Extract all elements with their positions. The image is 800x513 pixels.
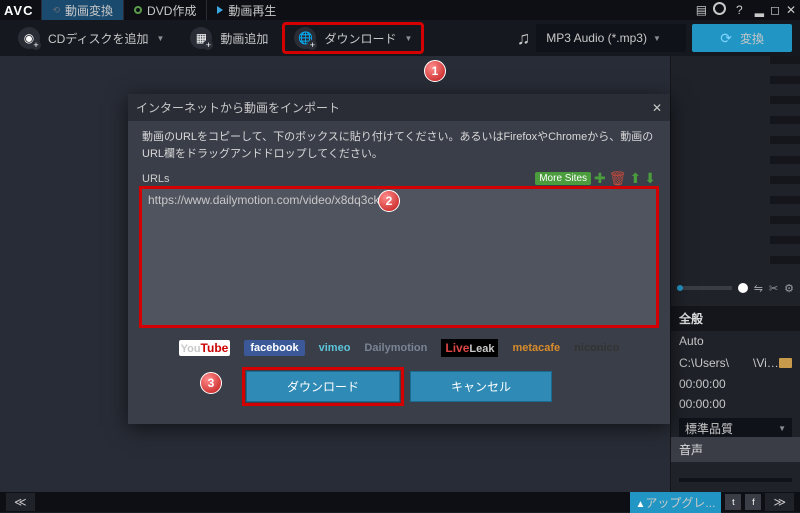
chevron-down-icon: ▼ xyxy=(778,424,786,433)
delete-url-icon[interactable]: 🗑 xyxy=(609,170,627,187)
facebook-icon[interactable]: f xyxy=(745,494,761,510)
film-plus-icon: ▦ xyxy=(190,27,212,49)
button-label: ダウンロード xyxy=(324,30,396,47)
callout-3: 3 xyxy=(200,372,222,394)
timeline-controls: ⇋ ✂ ⚙ xyxy=(671,278,800,298)
dialog-download-button[interactable]: ダウンロード xyxy=(246,371,400,402)
dialog-instruction: 動画のURLをコピーして、下のボックスに貼り付けてください。あるいはFirefo… xyxy=(142,129,656,162)
button-label: 動画追加 xyxy=(220,30,268,47)
audio-slider[interactable] xyxy=(679,478,792,482)
add-video-button[interactable]: ▦ 動画追加 xyxy=(180,24,278,52)
chevron-down-icon: ▼ xyxy=(157,34,165,43)
more-sites-button[interactable]: More Sites xyxy=(535,172,591,185)
tab-dvd-create[interactable]: DVD作成 xyxy=(123,0,206,20)
footer-bar: ≪ ▲アップグレ... t f ≫ xyxy=(0,492,800,512)
tab-label: 動画変換 xyxy=(65,2,113,19)
quality-label: 標準品質 xyxy=(685,420,733,437)
nav-next-button[interactable]: ≫ xyxy=(765,493,794,511)
time-start-row: 00:00:00 xyxy=(671,374,800,394)
twitter-icon[interactable]: t xyxy=(725,494,741,510)
callout-1: 1 xyxy=(424,60,446,82)
cut-icon[interactable]: ✂ xyxy=(769,282,778,295)
metacafe-logo: metacafe xyxy=(512,342,560,354)
window-controls: ▤ ? ▂ ◻ ✕ xyxy=(696,2,796,18)
time-end-row: 00:00:00 xyxy=(671,394,800,414)
link-icon[interactable]: ⇋ xyxy=(754,282,763,295)
audio-header: 音声 xyxy=(671,437,800,462)
film-strip-decoration xyxy=(770,56,800,276)
general-header: 全般 xyxy=(671,306,800,331)
niconico-logo: niconico xyxy=(574,342,619,354)
url-line: https://www.dailymotion.com/video/x8dq3c… xyxy=(148,193,379,207)
main-toolbar: ◉ CDディスクを追加 ▼ ▦ 動画追加 🌐 ダウンロード ▼ ♫ MP3 Au… xyxy=(0,20,800,56)
maximize-icon[interactable]: ◻ xyxy=(770,3,780,17)
play-icon xyxy=(217,6,223,14)
youtube-logo: YouTube xyxy=(179,340,231,356)
format-label: MP3 Audio (*.mp3) xyxy=(546,31,647,45)
dialog-title: インターネットから動画をインポート xyxy=(136,99,340,116)
output-format-select[interactable]: MP3 Audio (*.mp3) ▼ xyxy=(536,24,686,52)
dialog-titlebar: インターネットから動画をインポート ✕ xyxy=(128,94,670,121)
music-note-icon[interactable]: ♫ xyxy=(517,28,531,49)
globe-plus-icon: 🌐 xyxy=(294,27,316,49)
vimeo-logo: vimeo xyxy=(319,342,351,354)
settings-icon[interactable] xyxy=(713,2,726,18)
dailymotion-logo: Dailymotion xyxy=(364,342,427,354)
facebook-logo: facebook xyxy=(244,340,304,356)
auto-row: Auto xyxy=(671,331,800,351)
move-down-icon[interactable]: ⬇ xyxy=(644,170,656,187)
app-logo: AVC xyxy=(4,3,33,18)
output-path-row[interactable]: C:\Users\ \Videos\A... xyxy=(671,351,800,374)
tab-label: 動画再生 xyxy=(228,2,276,19)
callout-2: 2 xyxy=(378,190,400,212)
path-text: C:\Users\ \Videos\A... xyxy=(679,354,779,371)
convert-icon: ⟳ xyxy=(720,30,732,47)
settings-small-icon[interactable]: ⚙ xyxy=(784,282,794,295)
button-label: CDディスクを追加 xyxy=(48,30,149,47)
chevron-down-icon: ▼ xyxy=(653,34,661,43)
liveleak-logo: LiveLeak xyxy=(441,339,498,357)
side-panel: ⇋ ✂ ⚙ 全般 Auto C:\Users\ \Videos\A... 00:… xyxy=(670,56,800,492)
upgrade-button[interactable]: ▲アップグレ... xyxy=(630,492,722,513)
urls-label: URLs xyxy=(142,173,170,185)
timeline-knob[interactable] xyxy=(738,283,748,293)
chevron-down-icon: ▼ xyxy=(404,34,412,43)
url-actions: More Sites ✚ 🗑 ⬆ ⬇ xyxy=(535,170,656,187)
title-bar: AVC ⟲ 動画変換 DVD作成 動画再生 ▤ ? ▂ ◻ ✕ xyxy=(0,0,800,20)
help-icon[interactable]: ? xyxy=(736,3,743,17)
refresh-icon: ⟲ xyxy=(52,5,60,16)
footer-right: ▲アップグレ... t f ≫ xyxy=(630,492,794,513)
add-cd-disc-button[interactable]: ◉ CDディスクを追加 ▼ xyxy=(8,24,174,52)
disc-plus-icon: ◉ xyxy=(18,27,40,49)
close-icon[interactable]: ✕ xyxy=(786,3,796,17)
tab-video-convert[interactable]: ⟲ 動画変換 xyxy=(41,0,123,20)
download-button[interactable]: 🌐 ダウンロード ▼ xyxy=(284,24,422,52)
nav-prev-button[interactable]: ≪ xyxy=(6,493,35,511)
folder-icon[interactable] xyxy=(779,358,792,368)
timeline-track[interactable] xyxy=(677,286,732,290)
dialog-cancel-button[interactable]: キャンセル xyxy=(410,371,552,402)
supported-sites: YouTube facebook vimeo Dailymotion LiveL… xyxy=(142,339,656,357)
button-label: 変換 xyxy=(740,30,764,47)
quality-select[interactable]: 標準品質 ▼ xyxy=(679,418,792,439)
tab-video-play[interactable]: 動画再生 xyxy=(206,0,286,20)
minimize-icon[interactable]: ▂ xyxy=(755,3,764,17)
move-up-icon[interactable]: ⬆ xyxy=(630,170,642,187)
properties-panel: 全般 Auto C:\Users\ \Videos\A... 00:00:00 … xyxy=(671,306,800,443)
add-url-icon[interactable]: ✚ xyxy=(594,170,606,187)
convert-button[interactable]: ⟳ 変換 xyxy=(692,24,792,52)
tab-label: DVD作成 xyxy=(147,2,196,19)
disc-icon xyxy=(134,6,142,14)
dialog-close-icon[interactable]: ✕ xyxy=(652,101,662,115)
menu-icon[interactable]: ▤ xyxy=(696,3,707,17)
url-textarea[interactable]: https://www.dailymotion.com/video/x8dq3c… xyxy=(142,189,656,325)
